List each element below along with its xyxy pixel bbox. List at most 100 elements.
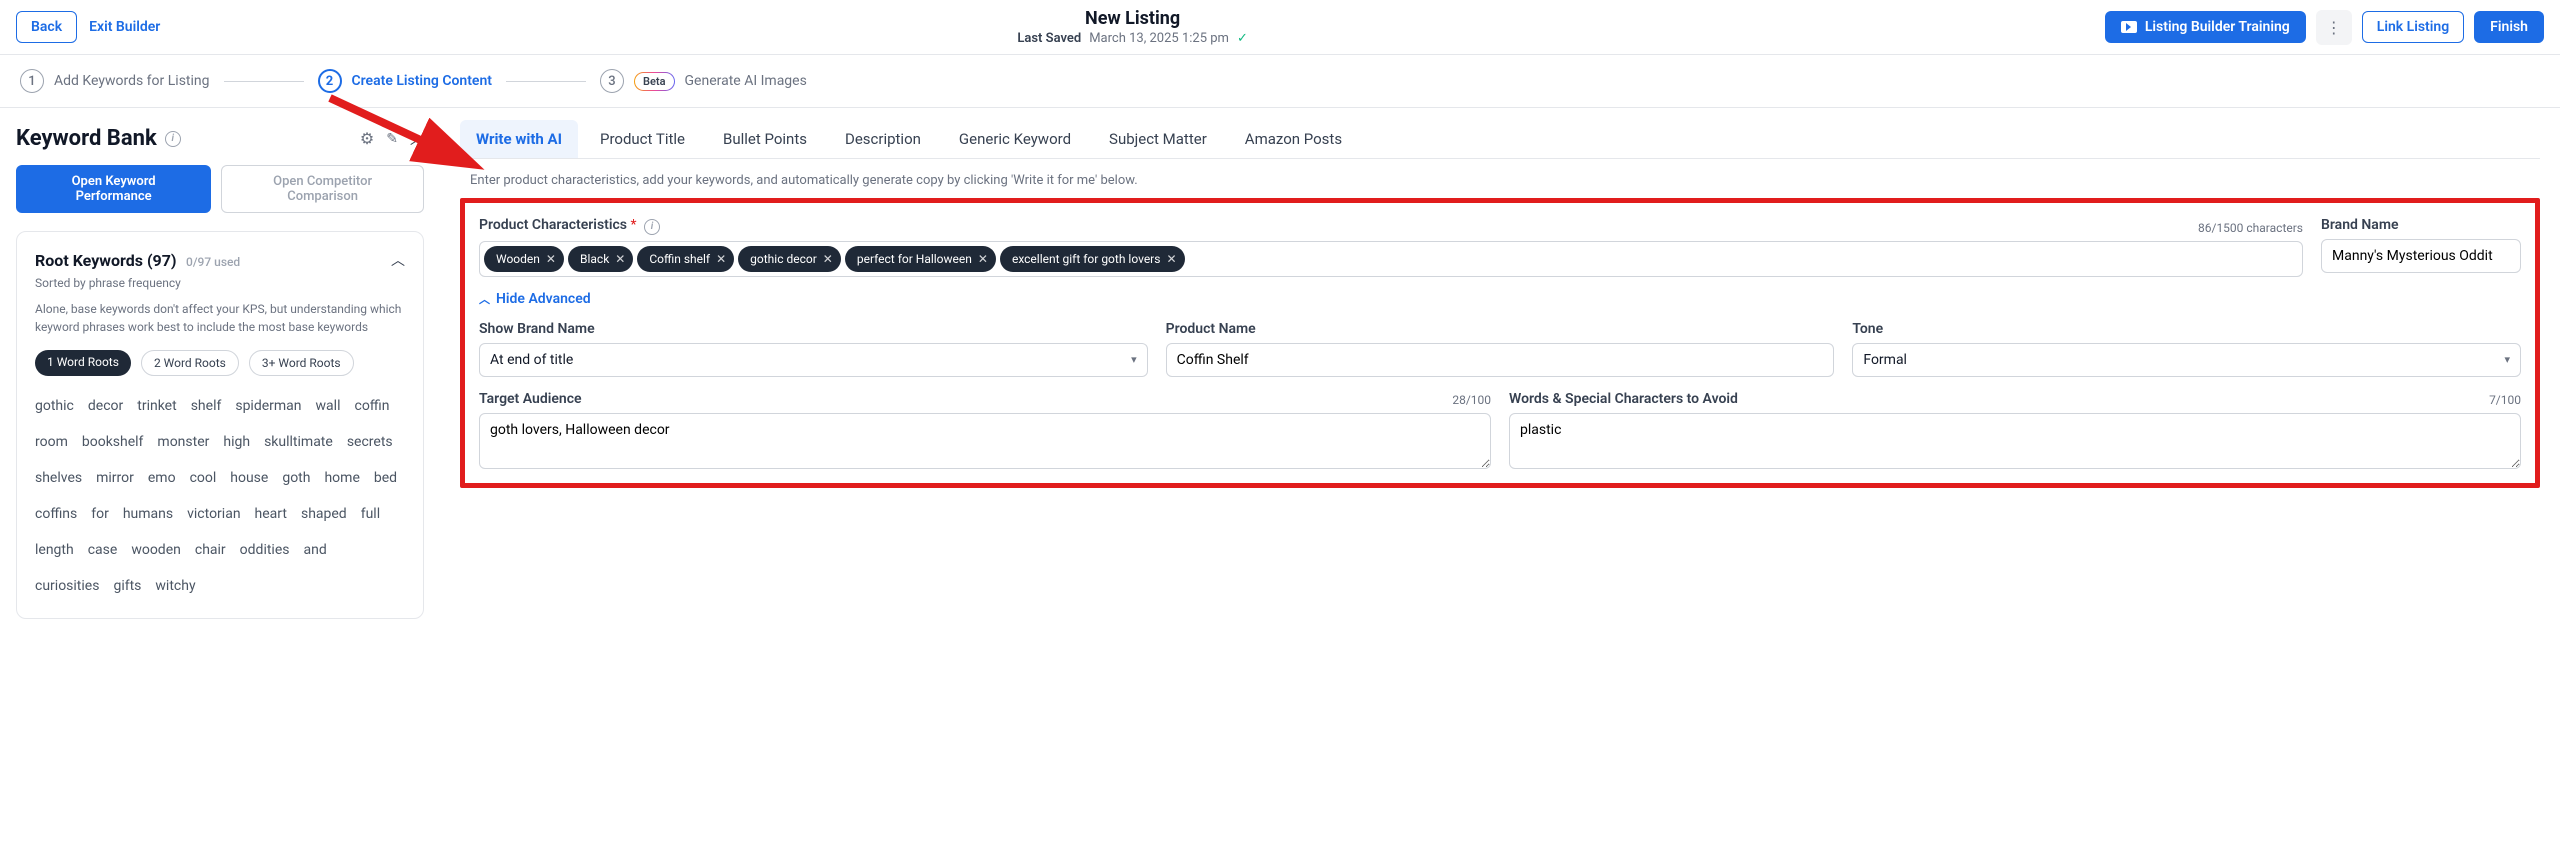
tab-description[interactable]: Description (829, 120, 937, 158)
pill-3-word-roots[interactable]: 3+ Word Roots (249, 350, 354, 376)
link-listing-button[interactable]: Link Listing (2362, 11, 2464, 43)
open-competitor-comparison-button[interactable]: Open Competitor Comparison (221, 165, 424, 213)
characteristics-counter: 86/1500 characters (2198, 221, 2303, 235)
listing-content-area: Write with AI Product Title Bullet Point… (440, 108, 2560, 637)
characteristic-chip: Black✕ (568, 246, 633, 272)
remove-chip-icon[interactable]: ✕ (823, 252, 833, 266)
remove-chip-icon[interactable]: ✕ (978, 252, 988, 266)
keyword-item[interactable]: gifts (113, 572, 141, 600)
words-to-avoid-input[interactable] (1509, 413, 2521, 469)
step-3[interactable]: 3 Beta Generate AI Images (600, 69, 807, 93)
chevron-down-icon: ▾ (2504, 353, 2510, 366)
brand-name-input[interactable] (2321, 239, 2521, 273)
tab-bullet-points[interactable]: Bullet Points (707, 120, 823, 158)
keyword-item[interactable]: chair (195, 536, 226, 564)
target-audience-label: Target Audience (479, 391, 582, 407)
chevron-up-icon[interactable]: ︿ (410, 129, 424, 149)
pencil-icon[interactable]: ✎ (386, 131, 398, 147)
keyword-item[interactable]: oddities (240, 536, 290, 564)
pill-2-word-roots[interactable]: 2 Word Roots (141, 350, 239, 376)
hide-advanced-toggle[interactable]: ︿ Hide Advanced (479, 291, 2521, 307)
chevron-down-icon: ▾ (1131, 353, 1137, 366)
last-saved: Last Saved March 13, 2025 1:25 pm ✓ (1017, 31, 1248, 46)
chevron-up-icon[interactable]: ︿ (391, 250, 405, 270)
keyword-item[interactable]: wall (316, 392, 341, 420)
keyword-item[interactable]: and (304, 536, 327, 564)
step-2-number: 2 (318, 69, 342, 93)
finish-button[interactable]: Finish (2474, 11, 2544, 43)
keyword-item[interactable]: trinket (137, 392, 176, 420)
keyword-item[interactable]: coffins (35, 500, 77, 528)
keyword-item[interactable]: high (223, 428, 250, 456)
pill-1-word-roots[interactable]: 1 Word Roots (35, 350, 131, 376)
keyword-item[interactable]: victorian (187, 500, 240, 528)
step-2-label: Create Listing Content (352, 73, 493, 89)
keyword-item[interactable]: shaped (301, 500, 347, 528)
remove-chip-icon[interactable]: ✕ (615, 252, 625, 266)
keyword-item[interactable]: witchy (155, 572, 195, 600)
keyword-item[interactable]: shelf (191, 392, 222, 420)
keyword-item[interactable]: skulltimate (264, 428, 333, 456)
keyword-item[interactable]: house (230, 464, 268, 492)
brand-name-label: Brand Name (2321, 217, 2399, 233)
keyword-item[interactable]: bookshelf (82, 428, 144, 456)
check-icon: ✓ (1237, 31, 1248, 46)
keyword-item[interactable]: spiderman (235, 392, 301, 420)
keyword-item[interactable]: decor (88, 392, 123, 420)
step-divider (506, 81, 586, 82)
back-button[interactable]: Back (16, 11, 77, 43)
keyword-item[interactable]: room (35, 428, 68, 456)
product-name-input[interactable] (1166, 343, 1835, 377)
keyword-item[interactable]: mirror (96, 464, 134, 492)
keyword-item[interactable]: cool (190, 464, 217, 492)
remove-chip-icon[interactable]: ✕ (716, 252, 726, 266)
content-tabs: Write with AI Product Title Bullet Point… (460, 120, 2540, 159)
info-icon[interactable]: i (644, 219, 660, 235)
target-audience-input[interactable] (479, 413, 1491, 469)
root-keywords-sort: Sorted by phrase frequency (35, 276, 405, 290)
root-keywords-desc: Alone, base keywords don't affect your K… (35, 300, 405, 336)
tab-write-with-ai[interactable]: Write with AI (460, 120, 578, 158)
top-bar: Back Exit Builder New Listing Last Saved… (0, 0, 2560, 55)
keyword-item[interactable]: heart (255, 500, 287, 528)
remove-chip-icon[interactable]: ✕ (1166, 252, 1176, 266)
keyword-bank-title: Keyword Bank (16, 126, 157, 151)
keyword-item[interactable]: home (324, 464, 359, 492)
keyword-item[interactable]: case (88, 536, 118, 564)
keyword-item[interactable]: bed (374, 464, 397, 492)
open-keyword-performance-button[interactable]: Open Keyword Performance (16, 165, 211, 213)
listing-builder-training-button[interactable]: Listing Builder Training (2105, 11, 2306, 43)
step-2[interactable]: 2 Create Listing Content (318, 69, 493, 93)
keyword-item[interactable]: length (35, 536, 74, 564)
tab-product-title[interactable]: Product Title (584, 120, 701, 158)
keyword-item[interactable]: for (91, 500, 109, 528)
step-1[interactable]: 1 Add Keywords for Listing (20, 69, 210, 93)
tone-select[interactable]: Formal ▾ (1852, 343, 2521, 377)
keyword-item[interactable]: wooden (131, 536, 181, 564)
gear-icon[interactable]: ⚙ (360, 129, 374, 148)
characteristic-chip: Wooden✕ (484, 246, 564, 272)
words-to-avoid-label: Words & Special Characters to Avoid (1509, 391, 1738, 407)
characteristics-chips-input[interactable]: Wooden✕Black✕Coffin shelf✕gothic decor✕p… (479, 241, 2303, 277)
show-brand-name-select[interactable]: At end of title ▾ (479, 343, 1148, 377)
tab-generic-keyword[interactable]: Generic Keyword (943, 120, 1087, 158)
tab-amazon-posts[interactable]: Amazon Posts (1229, 120, 1358, 158)
keyword-item[interactable]: curiosities (35, 572, 99, 600)
tab-subject-matter[interactable]: Subject Matter (1093, 120, 1223, 158)
keyword-item[interactable]: gothic (35, 392, 74, 420)
show-brand-name-label: Show Brand Name (479, 321, 595, 337)
more-options-button[interactable]: ⋮ (2316, 10, 2352, 45)
show-brand-name-value: At end of title (490, 352, 573, 368)
keyword-item[interactable]: goth (282, 464, 310, 492)
exit-builder-button[interactable]: Exit Builder (89, 19, 160, 35)
keyword-item[interactable]: secrets (347, 428, 393, 456)
info-icon[interactable]: i (165, 131, 181, 147)
keyword-item[interactable]: emo (148, 464, 176, 492)
keyword-item[interactable]: shelves (35, 464, 82, 492)
remove-chip-icon[interactable]: ✕ (546, 252, 556, 266)
last-saved-label: Last Saved (1017, 31, 1081, 46)
keyword-item[interactable]: full (361, 500, 380, 528)
keyword-item[interactable]: monster (157, 428, 209, 456)
keyword-item[interactable]: coffin (354, 392, 389, 420)
keyword-item[interactable]: humans (123, 500, 173, 528)
